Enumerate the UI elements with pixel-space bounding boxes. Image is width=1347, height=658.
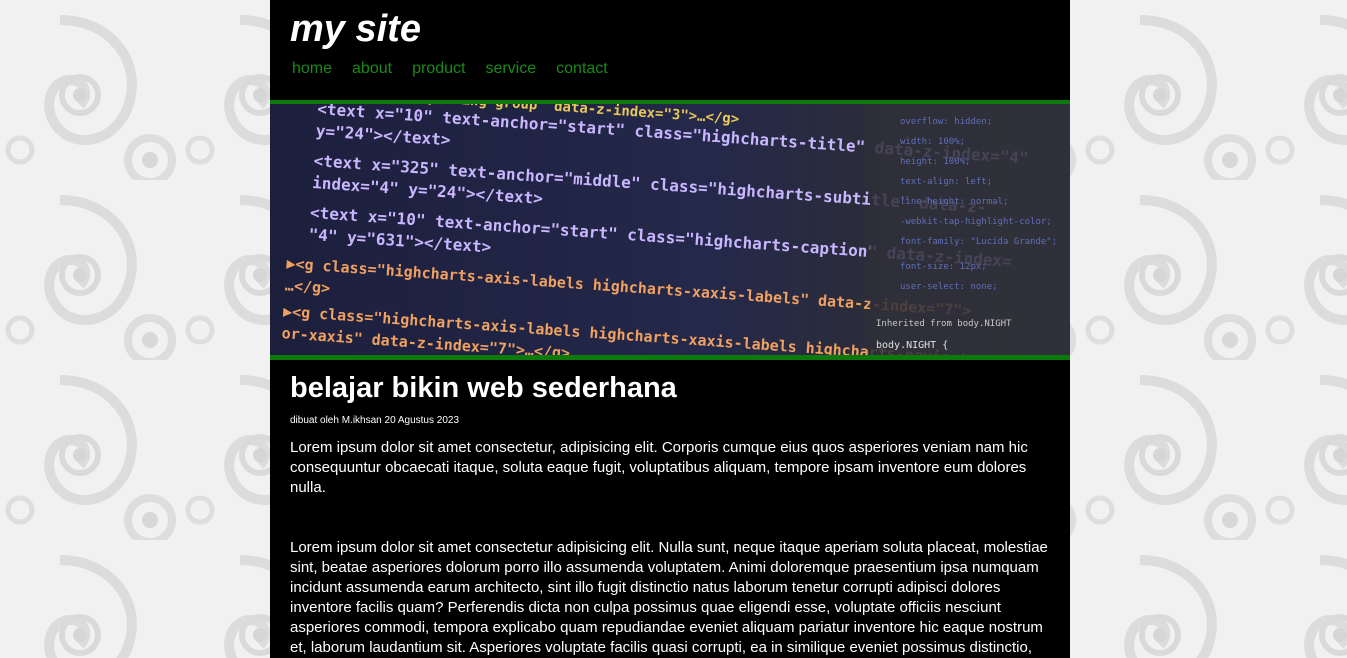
svg-text:font-size: 12px;: font-size: 12px; [900, 262, 987, 272]
svg-text:width: 100%;: width: 100%; [900, 137, 965, 147]
article-paragraph: Lorem ipsum dolor sit amet consectetur a… [290, 539, 1048, 656]
svg-text:line-height: normal;: line-height: normal; [900, 197, 1008, 207]
svg-text:height: 100%;: height: 100%; [900, 157, 970, 167]
article-paragraph: Lorem ipsum dolor sit amet consectetur, … [290, 439, 1028, 496]
nav-link-service[interactable]: service [485, 60, 536, 78]
site-title[interactable]: my site [290, 8, 421, 51]
page-container: my site home about product service conta… [270, 0, 1070, 658]
nav-link-contact[interactable]: contact [556, 60, 608, 78]
svg-text:-webkit-tap-highlight-color;: -webkit-tap-highlight-color; [900, 217, 1052, 227]
svg-text:overflow: hidden;: overflow: hidden; [900, 117, 992, 127]
nav-link-home[interactable]: home [292, 60, 332, 78]
svg-text:text-align: left;: text-align: left; [900, 177, 992, 187]
article-body: Lorem ipsum dolor sit amet consectetur, … [290, 438, 1050, 658]
nav-link-about[interactable]: about [352, 60, 392, 78]
svg-text:font-family: "Lucida Grande";: font-family: "Lucida Grande"; [900, 237, 1057, 247]
svg-text:body.NIGHT {: body.NIGHT { [876, 340, 948, 351]
site-header: my site home about product service conta… [270, 0, 1070, 100]
hero-image: highcharts-exporting-group" data-z-index… [270, 100, 1070, 360]
nav-link-product[interactable]: product [412, 60, 465, 78]
article: belajar bikin web sederhana dibuat oleh … [270, 360, 1070, 658]
article-meta: dibuat oleh M.ikhsan 20 Agustus 2023 [290, 415, 460, 426]
svg-text:Inherited from body.NIGHT: Inherited from body.NIGHT [876, 319, 1012, 329]
main-nav: home about product service contact [292, 60, 628, 78]
svg-text:user-select: none;: user-select: none; [900, 282, 998, 292]
article-title: belajar bikin web sederhana [290, 372, 677, 404]
code-line: …</g> [284, 276, 330, 297]
